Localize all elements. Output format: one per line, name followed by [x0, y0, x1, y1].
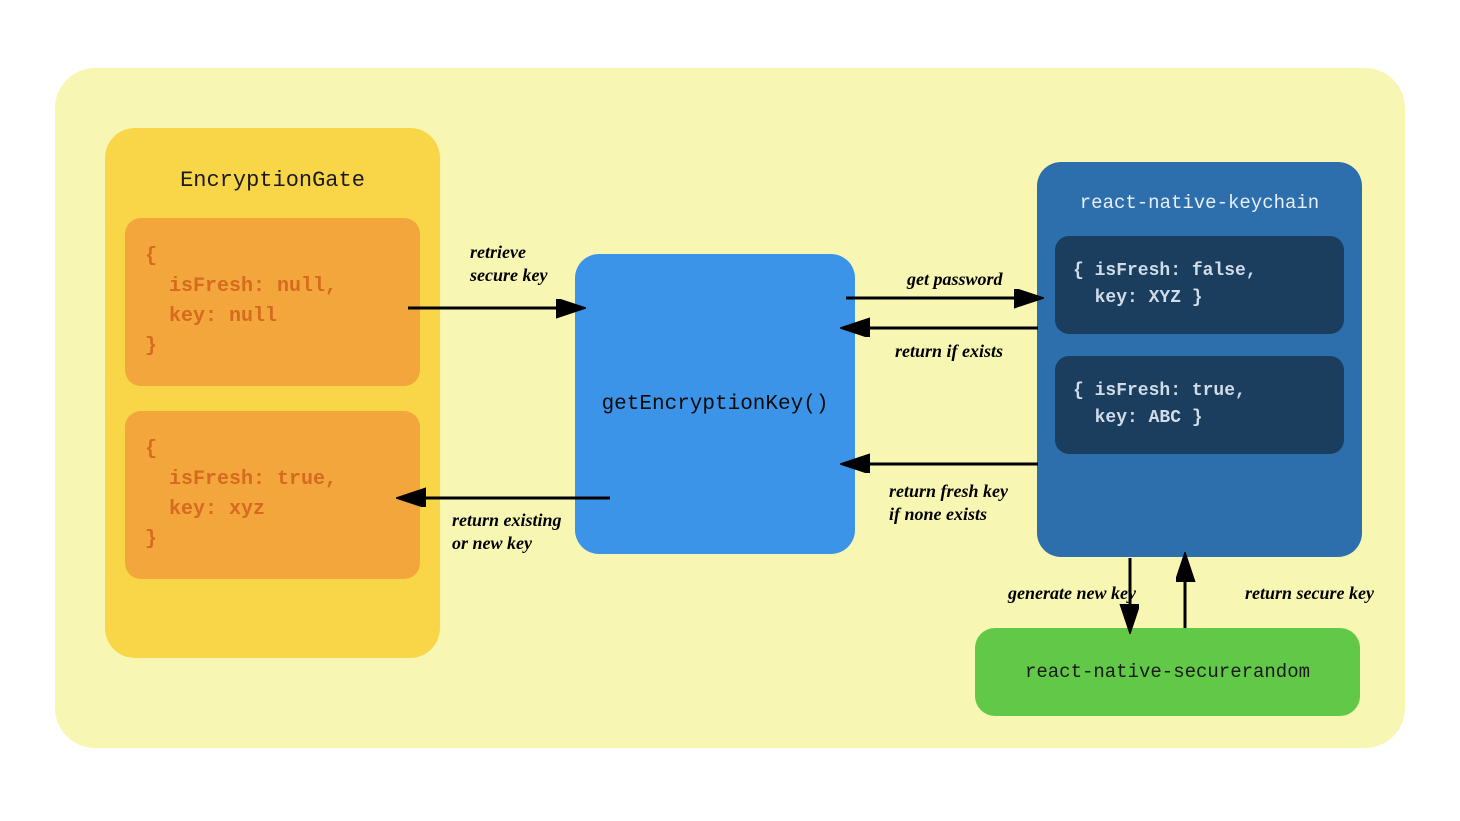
arrows-layer	[0, 0, 1460, 821]
